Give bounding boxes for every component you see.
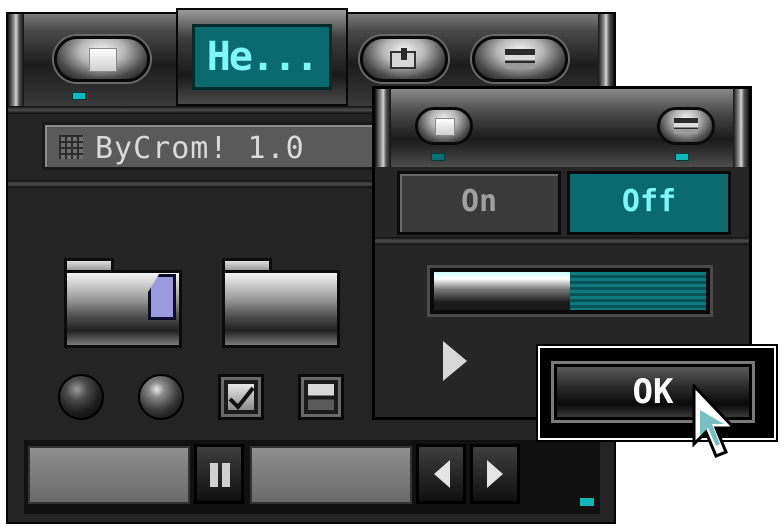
status-led xyxy=(431,153,445,161)
arrow-right-icon xyxy=(487,460,503,488)
dialog-maximize-button[interactable] xyxy=(415,107,473,145)
title-tab[interactable]: He... xyxy=(176,8,348,106)
name-bar-text: ByCrom! 1.0 xyxy=(95,131,305,166)
pause-icon xyxy=(210,463,218,487)
status-led xyxy=(72,92,86,100)
document-folder-button[interactable] xyxy=(64,258,182,354)
minimize-icon xyxy=(505,49,535,69)
status-led xyxy=(580,498,594,506)
dialog-title-bar[interactable] xyxy=(375,89,749,167)
slider-track xyxy=(570,272,706,310)
ok-button-frame: OK xyxy=(536,344,778,442)
pause-button[interactable] xyxy=(194,444,244,504)
slider-fill xyxy=(434,272,570,310)
track-right[interactable] xyxy=(250,446,412,504)
checkbox-unchecked[interactable] xyxy=(298,374,344,420)
radio-dark[interactable] xyxy=(58,374,104,420)
mouse-cursor-icon xyxy=(692,384,738,458)
folder-icon xyxy=(222,270,340,348)
maximize-icon xyxy=(89,48,117,72)
track-left[interactable] xyxy=(28,446,190,504)
name-bar: ByCrom! 1.0 xyxy=(42,122,382,170)
segment-on[interactable]: On xyxy=(397,171,561,235)
dialog-minimize-button[interactable] xyxy=(657,107,715,145)
maximize-button[interactable] xyxy=(54,36,150,82)
bottom-toolbar xyxy=(24,440,600,514)
title-tab-label: He... xyxy=(192,24,332,90)
checkmark-icon xyxy=(228,386,255,411)
minimize-button[interactable] xyxy=(472,36,568,82)
minimize-icon xyxy=(674,118,698,134)
maximize-icon xyxy=(435,118,455,136)
play-icon[interactable] xyxy=(443,341,467,381)
divider xyxy=(375,237,749,245)
restore-icon xyxy=(390,48,416,69)
folder-button[interactable] xyxy=(222,258,340,354)
arrow-left-button[interactable] xyxy=(416,444,466,504)
segment-off[interactable]: Off xyxy=(567,171,731,235)
restore-button[interactable] xyxy=(360,36,448,82)
arrow-right-button[interactable] xyxy=(470,444,520,504)
status-led xyxy=(675,153,689,161)
left-rail xyxy=(8,14,24,106)
radio-selected[interactable] xyxy=(138,374,184,420)
arrow-left-icon xyxy=(434,460,450,488)
checkbox-checked[interactable] xyxy=(218,374,264,420)
volume-slider[interactable] xyxy=(427,265,713,317)
grid-icon xyxy=(59,135,83,159)
